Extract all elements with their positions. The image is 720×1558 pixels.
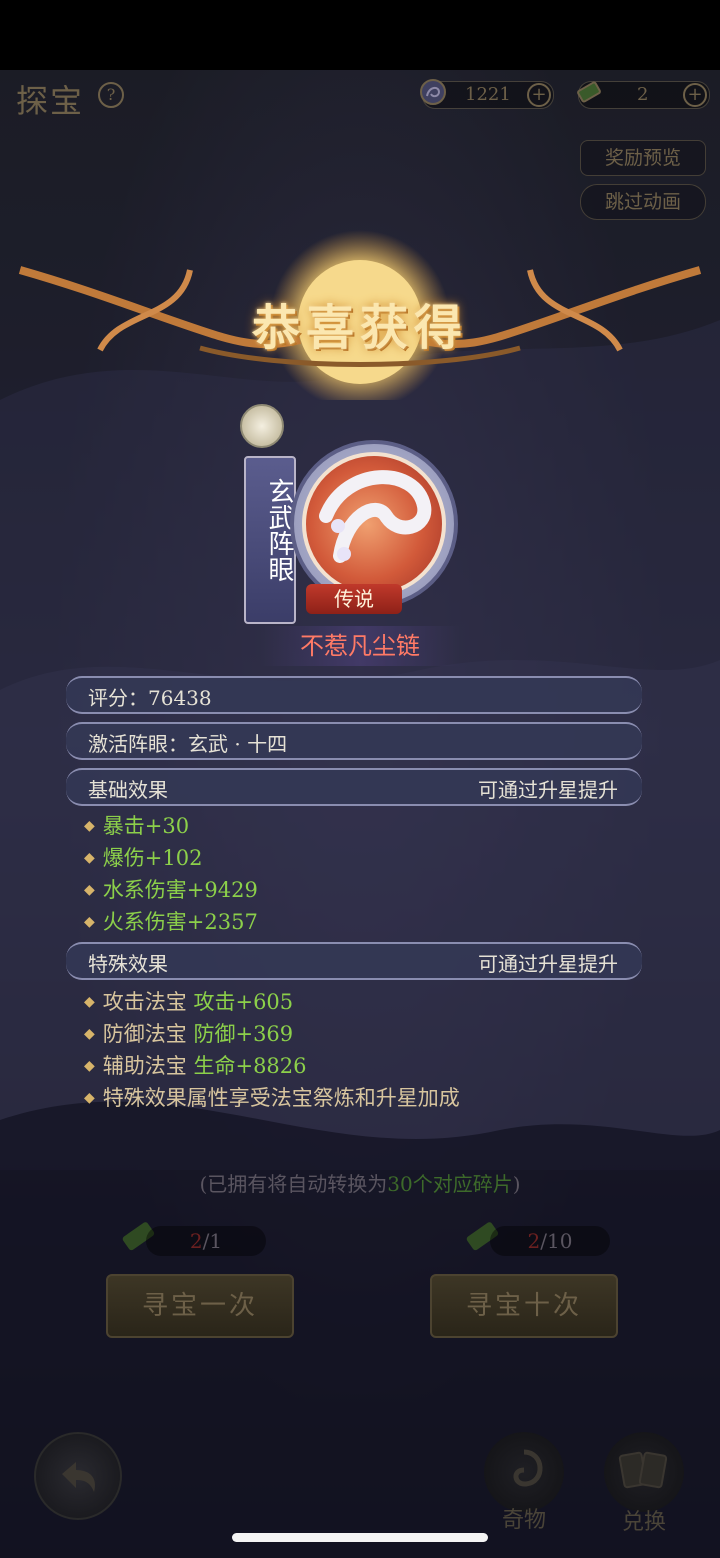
special-effect-bar: 特殊效果 可通过升星提升	[66, 942, 642, 980]
ten-cost-counter: 2/10	[490, 1226, 610, 1256]
basic-stat-text: 水系伤害+9429	[102, 878, 258, 902]
jade-key-icon	[577, 81, 601, 103]
currency1-value: 1221	[465, 84, 511, 105]
status-bar	[0, 0, 720, 70]
skip-animation-button[interactable]: 跳过动画	[580, 184, 706, 220]
conversion-note-end: )	[512, 1172, 521, 1196]
diamond-bullet-icon: ◆	[84, 850, 95, 866]
special-note: ◆ 特殊效果属性享受法宝祭炼和升星加成	[84, 1082, 460, 1112]
banner-title: 恭喜获得	[251, 300, 468, 356]
swirl-icon	[513, 1449, 543, 1487]
special-stat-prefix: 攻击法宝	[102, 990, 187, 1014]
rarity-badge: 传说	[306, 584, 402, 614]
oddities-button[interactable]	[484, 1432, 564, 1512]
diamond-bullet-icon: ◆	[84, 1058, 95, 1074]
special-stat-value: 攻击+605	[193, 990, 294, 1014]
special-stat-value: 防御+369	[193, 1022, 294, 1046]
conversion-note-green: 30个对应碎片	[387, 1172, 513, 1196]
help-icon[interactable]: ?	[98, 82, 124, 108]
home-indicator[interactable]	[232, 1533, 488, 1542]
conversion-note: (已拥有将自动转换为30个对应碎片)	[0, 1168, 720, 1197]
diamond-bullet-icon: ◆	[84, 1090, 95, 1106]
special-stat: ◆ 辅助法宝 生命+8826	[84, 1050, 307, 1080]
basic-stat-text: 爆伤+102	[102, 846, 203, 870]
score-bar: 评分：76438	[66, 676, 642, 714]
basic-stat: ◆ 水系伤害+9429	[84, 874, 258, 904]
basic-stat: ◆ 暴击+30	[84, 810, 189, 840]
add-currency2-button[interactable]: +	[683, 83, 707, 107]
counter2-current: 2	[527, 1229, 541, 1253]
score-label: 评分：76438	[88, 686, 212, 710]
top-header: 探宝 ? 1221 + 2 +	[0, 70, 720, 120]
basic-stat-text: 火系伤害+2357	[102, 910, 258, 934]
search-once-button[interactable]: 寻宝一次	[106, 1274, 294, 1338]
counter1-current: 2	[189, 1229, 203, 1253]
congrats-banner: 恭喜获得	[0, 230, 720, 400]
activate-label: 激活阵眼：玄武 · 十四	[88, 732, 288, 756]
diamond-bullet-icon: ◆	[84, 818, 95, 834]
item-tag-text: 玄武阵眼	[264, 478, 294, 582]
basic-stat: ◆ 火系伤害+2357	[84, 906, 258, 936]
search-ten-button[interactable]: 寻宝十次	[430, 1274, 618, 1338]
counter1-total: /1	[202, 1229, 223, 1253]
special-stat-prefix: 防御法宝	[102, 1022, 187, 1046]
item-tag: 玄武阵眼	[244, 456, 296, 624]
currency-spirit: 1221 +	[420, 79, 554, 109]
special-note-text: 特殊效果属性享受法宝祭炼和升星加成	[102, 1086, 460, 1110]
item-name: 不惹凡尘链	[260, 626, 460, 666]
diamond-bullet-icon: ◆	[84, 1026, 95, 1042]
back-arrow-icon	[62, 1462, 96, 1492]
diamond-bullet-icon: ◆	[84, 882, 95, 898]
page-title: 探宝	[16, 82, 85, 120]
currency-jade: 2 +	[577, 81, 710, 109]
basic-stat: ◆ 爆伤+102	[84, 842, 202, 872]
conversion-note-start: (已拥有将自动转换为	[199, 1172, 388, 1196]
single-cost-counter: 2/1	[146, 1226, 266, 1256]
special-effect-hint: 可通过升星提升	[478, 952, 618, 976]
reward-preview-button[interactable]: 奖励预览	[580, 140, 706, 176]
special-effect-title: 特殊效果	[88, 952, 168, 976]
back-button[interactable]	[34, 1432, 122, 1520]
basic-stat-text: 暴击+30	[102, 814, 190, 838]
exchange-button[interactable]	[604, 1432, 684, 1512]
special-stat-value: 生命+8826	[193, 1054, 307, 1078]
special-stat: ◆ 攻击法宝 攻击+605	[84, 986, 293, 1016]
item-image	[302, 452, 446, 596]
add-currency1-button[interactable]: +	[527, 83, 551, 107]
basic-effect-bar: 基础效果 可通过升星提升	[66, 768, 642, 806]
currency2-value: 2	[637, 84, 649, 105]
basic-effect-title: 基础效果	[88, 778, 168, 802]
special-stat-prefix: 辅助法宝	[102, 1054, 187, 1078]
activate-bar: 激活阵眼：玄武 · 十四	[66, 722, 642, 760]
diamond-bullet-icon: ◆	[84, 994, 95, 1010]
counter2-total: /10	[540, 1229, 573, 1253]
cards-icon	[618, 1451, 668, 1489]
exchange-label: 兑换	[621, 1510, 666, 1535]
oddities-label: 奇物	[501, 1508, 546, 1533]
basic-effect-hint: 可通过升星提升	[478, 778, 618, 802]
spirit-orb-icon	[420, 79, 446, 105]
scarf-icon	[319, 470, 432, 563]
special-stat: ◆ 防御法宝 防御+369	[84, 1018, 293, 1048]
emblem-icon	[240, 404, 284, 448]
diamond-bullet-icon: ◆	[84, 914, 95, 930]
